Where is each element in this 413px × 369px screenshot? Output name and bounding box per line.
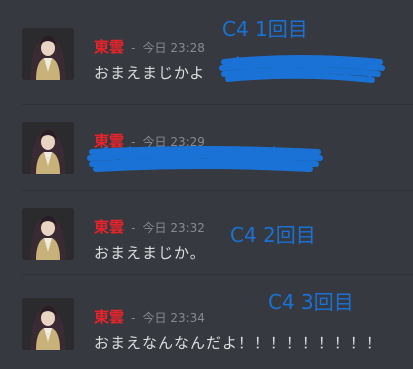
message-header: 東雲 - 今日 23:29 — [94, 130, 205, 151]
author-name[interactable]: 東雲 — [94, 38, 124, 56]
avatar[interactable] — [22, 208, 74, 260]
message-text: おまえなんなんだよ！！！！！！！！！ — [94, 334, 383, 352]
timestamp: 今日 23:29 — [142, 135, 205, 149]
message-header: 東雲 - 今日 23:32 — [94, 216, 205, 237]
timestamp-separator: - — [131, 311, 136, 325]
message-header: 東雲 - 今日 23:28 — [94, 36, 205, 57]
timestamp: 今日 23:34 — [142, 311, 205, 325]
message-text: おまえまじか。 — [94, 244, 206, 262]
character-avatar-icon — [22, 298, 74, 350]
timestamp: 今日 23:28 — [142, 41, 205, 55]
message-item: 東雲 - 今日 23:32 おまえまじか。 — [0, 180, 413, 268]
message-text: おまえまじかよ — [94, 64, 206, 82]
message-header: 東雲 - 今日 23:34 — [94, 306, 205, 327]
timestamp-separator: - — [131, 41, 136, 55]
message-item: 東雲 - 今日 23:29 — [0, 94, 413, 182]
character-avatar-icon — [22, 28, 74, 80]
message-item: 東雲 - 今日 23:28 おまえまじかよ — [0, 0, 413, 88]
avatar[interactable] — [22, 298, 74, 350]
timestamp: 今日 23:32 — [142, 221, 205, 235]
author-name[interactable]: 東雲 — [94, 218, 124, 236]
timestamp-separator: - — [131, 221, 136, 235]
message-item: 東雲 - 今日 23:34 おまえなんなんだよ！！！！！！！！！ — [0, 270, 413, 358]
avatar[interactable] — [22, 122, 74, 174]
character-avatar-icon — [22, 122, 74, 174]
character-avatar-icon — [22, 208, 74, 260]
author-name[interactable]: 東雲 — [94, 308, 124, 326]
timestamp-separator: - — [131, 135, 136, 149]
author-name[interactable]: 東雲 — [94, 132, 124, 150]
avatar[interactable] — [22, 28, 74, 80]
